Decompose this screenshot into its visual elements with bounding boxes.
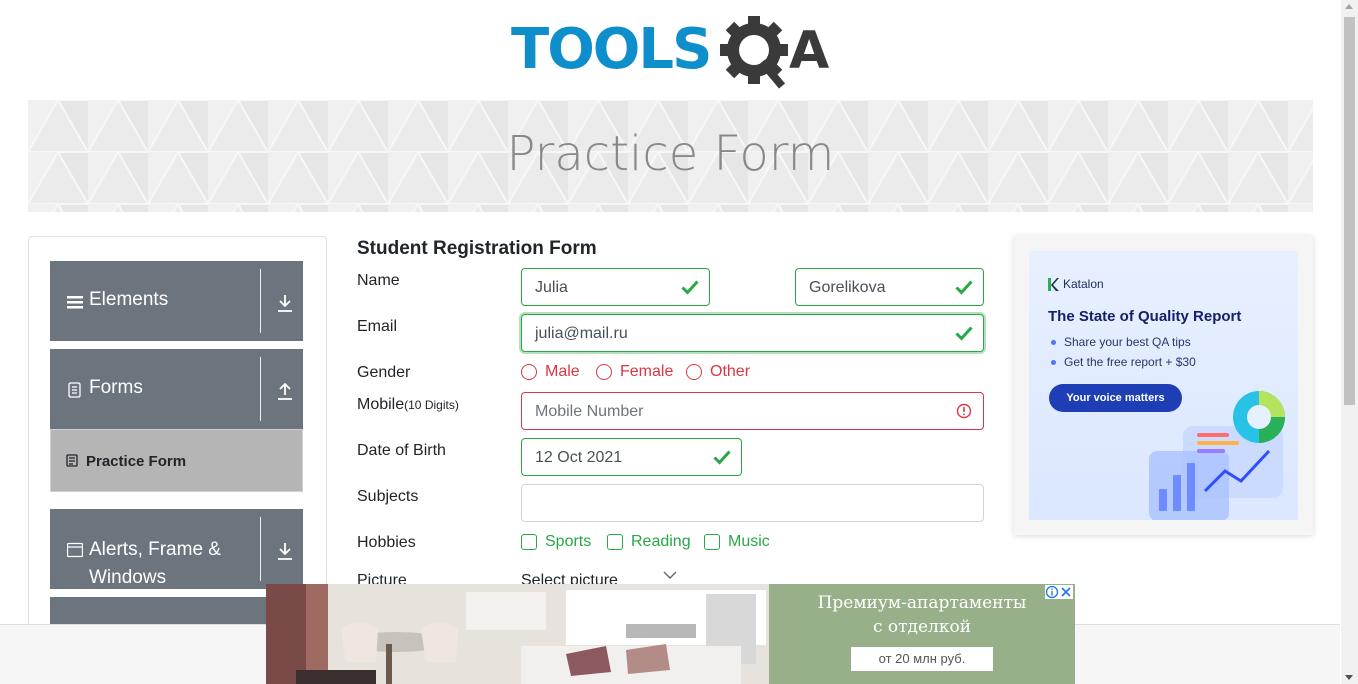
error-icon xyxy=(956,403,972,419)
form-title: Student Registration Form xyxy=(357,238,597,259)
radio-label: Male xyxy=(545,363,580,380)
toolsqa-logo[interactable]: TOOLS A xyxy=(511,16,835,92)
checkbox-label: Reading xyxy=(631,533,691,550)
sidebar-item-label: Practice Form xyxy=(86,453,187,470)
upload-arrow-icon xyxy=(278,382,292,400)
dob-value: 12 Oct 2021 xyxy=(535,449,623,466)
name-label: Name xyxy=(357,272,400,289)
mobile-placeholder: Mobile Number xyxy=(535,403,644,420)
subjects-label: Subjects xyxy=(357,488,419,505)
hobby-sports-checkbox[interactable]: Sports xyxy=(521,533,591,551)
ad-bottom-text[interactable]: Премиум-апартаменты с отделкой от 20 млн… xyxy=(769,584,1075,684)
dob-label: Date of Birth xyxy=(357,442,446,459)
check-icon xyxy=(955,326,973,341)
ad-brand-name: Katalon xyxy=(1063,277,1104,291)
subjects-input[interactable] xyxy=(521,484,984,522)
gender-male-radio[interactable]: Male xyxy=(521,363,580,381)
hamburger-icon xyxy=(67,296,83,309)
check-icon xyxy=(713,450,731,465)
first-name-value: Julia xyxy=(535,279,568,296)
divider xyxy=(260,517,261,581)
checkbox-box[interactable] xyxy=(607,534,623,550)
ad-card[interactable]: Katalon The State of Quality Report Shar… xyxy=(1029,251,1298,520)
mobile-input[interactable]: Mobile Number xyxy=(521,392,984,430)
window-icon xyxy=(67,542,83,558)
email-input[interactable]: julia@mail.ru xyxy=(521,314,984,352)
ad-headline-1: Премиум-апартаменты xyxy=(817,593,1027,613)
ad-headline-2: с отделкой xyxy=(872,617,972,637)
ad-apartments[interactable]: Премиум-апартаменты с отделкой от 20 млн… xyxy=(266,584,1075,684)
checkbox-label: Music xyxy=(728,533,770,550)
email-label: Email xyxy=(357,318,398,335)
last-name-input[interactable]: Gorelikova xyxy=(795,268,984,306)
first-name-input[interactable]: Julia xyxy=(521,268,710,306)
checkbox-label: Sports xyxy=(545,533,592,550)
checkbox-box[interactable] xyxy=(704,534,720,550)
katalon-logo-icon xyxy=(1048,277,1059,291)
ad-apartment-photo xyxy=(266,584,769,684)
check-icon xyxy=(681,280,699,295)
mobile-label: Mobile(10 Digits) xyxy=(357,396,459,414)
scroll-down-arrow-icon[interactable] xyxy=(1345,675,1353,680)
page-banner: Practice Form xyxy=(28,100,1313,212)
radio-circle[interactable] xyxy=(596,364,612,380)
document-icon xyxy=(68,382,81,398)
gender-female-radio[interactable]: Female xyxy=(596,363,673,381)
ad-title: The State of Quality Report xyxy=(1048,308,1242,325)
hobby-music-checkbox[interactable]: Music xyxy=(704,533,770,551)
sidebar-group-elements[interactable]: Elements xyxy=(50,261,303,341)
sidebar-group-label: Elements xyxy=(89,289,169,310)
ad-brand: Katalon xyxy=(1047,277,1104,291)
ad-bullet: Get the free report + $30 xyxy=(1051,355,1196,369)
ad-close-icon[interactable] xyxy=(1059,585,1073,599)
gear-icon xyxy=(720,16,788,89)
ad-bullet-text: Get the free report + $30 xyxy=(1064,355,1196,369)
ad-bullet: Share your best QA tips xyxy=(1051,335,1191,349)
sidebar-group-label: Forms xyxy=(89,377,143,398)
mobile-hint: (10 Digits) xyxy=(404,398,459,412)
sidebar-group-label: Alerts, Frame & Windows xyxy=(89,539,221,588)
ad-illustration xyxy=(1149,391,1285,520)
form-icon xyxy=(66,454,78,467)
ad-price[interactable]: от 20 млн руб. xyxy=(851,647,993,671)
vertical-scrollbar[interactable] xyxy=(1341,0,1358,684)
logo-text-a: A xyxy=(789,21,829,81)
radio-circle[interactable] xyxy=(686,364,702,380)
scroll-up-arrow-icon[interactable] xyxy=(1345,4,1353,9)
bullet-dot xyxy=(1051,359,1056,365)
email-value: julia@mail.ru xyxy=(535,325,628,342)
download-arrow-icon xyxy=(278,543,292,560)
ad-bullet-text: Share your best QA tips xyxy=(1064,335,1191,349)
sidebar-group-alerts[interactable]: Alerts, Frame & Windows xyxy=(50,509,303,589)
ad-info-icon[interactable] xyxy=(1045,585,1059,599)
gender-label: Gender xyxy=(357,364,411,381)
divider xyxy=(260,357,261,421)
scroll-thumb[interactable] xyxy=(1344,17,1355,405)
page: TOOLS A Practice Form Elements Forms Pra… xyxy=(0,0,1358,684)
mobile-label-text: Mobile xyxy=(357,396,405,413)
date-of-birth-input[interactable]: 12 Oct 2021 xyxy=(521,438,742,476)
last-name-value: Gorelikova xyxy=(809,279,886,296)
hobby-reading-checkbox[interactable]: Reading xyxy=(607,533,691,551)
radio-label: Other xyxy=(710,363,751,380)
radio-circle[interactable] xyxy=(521,364,537,380)
checkbox-box[interactable] xyxy=(521,534,537,550)
sidebar-item-practice-form[interactable]: Practice Form xyxy=(50,429,303,492)
radio-label: Female xyxy=(620,363,674,380)
check-icon xyxy=(955,280,973,295)
page-title: Practice Form xyxy=(506,126,835,182)
divider xyxy=(260,269,261,333)
download-arrow-icon xyxy=(278,295,292,312)
sidebar-group-forms[interactable]: Forms xyxy=(50,349,303,429)
logo-text-tools: TOOLS xyxy=(511,17,710,82)
bullet-dot xyxy=(1051,339,1056,345)
gender-other-radio[interactable]: Other xyxy=(686,363,750,381)
sidebar: Elements Forms Practice Form Alerts, Fra… xyxy=(28,236,327,636)
ad-katalon[interactable]: Katalon The State of Quality Report Shar… xyxy=(1014,236,1313,535)
chevron-down-icon[interactable] xyxy=(663,570,677,580)
hobbies-label: Hobbies xyxy=(357,534,416,551)
